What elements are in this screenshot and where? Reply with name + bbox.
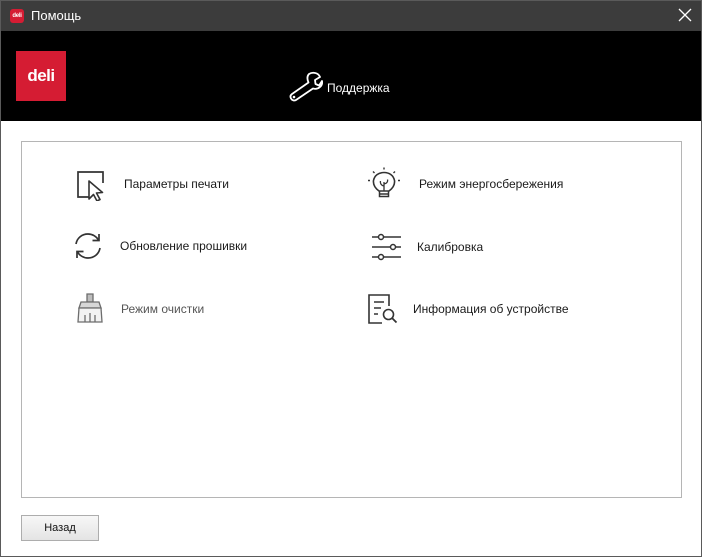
help-window: deli Помощь deli Поддержка Параметры печ…: [0, 0, 702, 557]
support-label: Поддержка: [327, 81, 390, 95]
calibration-item[interactable]: Калибровка: [370, 227, 570, 267]
app-icon: deli: [10, 9, 24, 23]
power-saving-label: Режим энергосбережения: [419, 177, 564, 191]
cleaning-mode-label: Режим очистки: [121, 302, 205, 316]
deli-logo: deli: [16, 51, 66, 101]
firmware-update-label: Обновление прошивки: [120, 239, 248, 253]
header-banner: deli Поддержка: [1, 31, 701, 121]
device-info-item[interactable]: Информация об устройстве: [366, 289, 606, 329]
broom-icon: [77, 293, 103, 323]
close-button[interactable]: [671, 1, 701, 31]
window-title: Помощь: [31, 8, 82, 23]
lightbulb-icon: [368, 167, 400, 198]
back-button[interactable]: Назад: [21, 515, 99, 541]
device-info-label: Информация об устройстве: [413, 302, 569, 316]
sliders-icon: [372, 233, 401, 261]
calibration-label: Калибровка: [417, 240, 484, 254]
print-settings-label: Параметры печати: [124, 177, 229, 191]
refresh-icon: [75, 233, 101, 259]
close-icon: [678, 8, 692, 22]
options-panel: Параметры печати Режим энергосбережения …: [21, 141, 682, 498]
cursor-frame-icon: [77, 171, 104, 201]
print-settings-item[interactable]: Параметры печати: [75, 164, 305, 204]
document-search-icon: [368, 294, 398, 324]
wrench-icon: [289, 71, 323, 102]
title-bar[interactable]: deli Помощь: [1, 1, 701, 31]
firmware-update-item[interactable]: Обновление прошивки: [71, 226, 301, 266]
power-saving-item[interactable]: Режим энергосбережения: [367, 164, 607, 204]
cleaning-mode-item[interactable]: Режим очистки: [73, 289, 273, 329]
